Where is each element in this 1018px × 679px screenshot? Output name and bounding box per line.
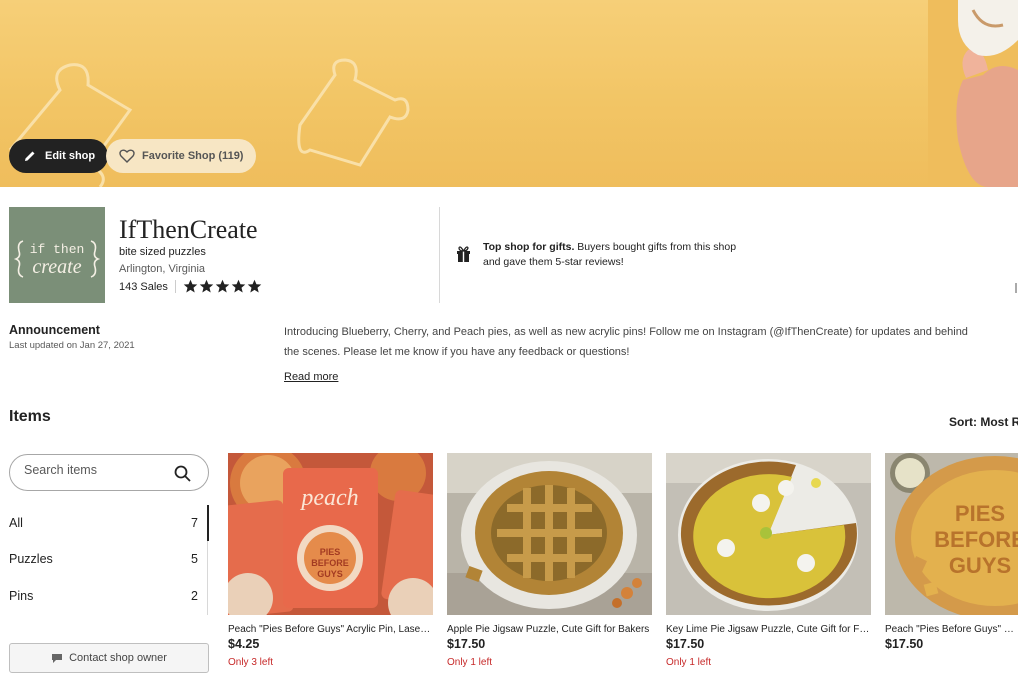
svg-text:BEFORE: BEFORE	[934, 527, 1018, 552]
listing-price: $17.50	[447, 637, 486, 651]
peach-pie-puzzle-photo[interactable]: PIES BEFORE GUYS	[885, 453, 1018, 615]
contact-label: Contact shop owner	[69, 652, 167, 664]
announcement-text: Introducing Blueberry, Cherry, and Peach…	[284, 326, 968, 358]
category-count: 5	[191, 552, 198, 566]
category-all[interactable]: All 7	[9, 516, 198, 530]
listing-title[interactable]: Peach "Pies Before Guys" Jigsaw Puzzle	[885, 624, 1018, 635]
listing-price: $4.25	[228, 637, 260, 651]
listing-card[interactable]: peach PIES BEFORE GUYS Peach "Pies Befor…	[228, 453, 433, 668]
search-box	[9, 454, 209, 491]
shop-logo-mark: if then create	[13, 240, 101, 278]
shop-banner: Edit shop Favorite Shop (119)	[0, 0, 1018, 187]
category-pins[interactable]: Pins 2	[9, 589, 198, 603]
favorite-shop-button[interactable]: Favorite Shop (119)	[106, 139, 257, 173]
logo-text-bottom: create	[32, 256, 81, 278]
shop-tagline: bite sized puzzles	[119, 246, 206, 258]
key-lime-pie-puzzle-photo[interactable]	[666, 453, 871, 615]
category-label: Puzzles	[9, 552, 53, 566]
favorite-shop-label: Favorite Shop (119)	[142, 150, 244, 162]
apple-pie-puzzle-photo[interactable]	[447, 453, 652, 615]
contact-shop-owner-button[interactable]: Contact shop owner	[9, 643, 209, 673]
sales-count[interactable]: 143 Sales	[119, 281, 168, 293]
shop-name[interactable]: IfThenCreate	[119, 215, 258, 245]
edge-marker	[1015, 283, 1017, 293]
category-count: 2	[191, 589, 198, 603]
svg-text:peach: peach	[299, 485, 358, 511]
category-label: Pins	[9, 589, 34, 603]
logo-text-top: if then	[30, 242, 85, 257]
svg-text:PIES: PIES	[320, 547, 341, 557]
sales-and-rating: 143 Sales	[119, 279, 262, 294]
edit-shop-button[interactable]: Edit shop	[9, 139, 109, 173]
header-divider	[439, 207, 440, 303]
top-shop-heading: Top shop for gifts.	[483, 241, 575, 253]
listing-card[interactable]: Apple Pie Jigsaw Puzzle, Cute Gift for B…	[447, 453, 652, 668]
category-track	[207, 541, 208, 615]
svg-text:GUYS: GUYS	[949, 553, 1011, 578]
search-input[interactable]	[24, 463, 164, 477]
items-heading: Items	[9, 408, 51, 425]
top-shop-badge-text: Top shop for gifts. Buyers bought gifts …	[483, 240, 743, 270]
category-count: 7	[191, 516, 198, 530]
star-icon	[247, 279, 262, 293]
hand-holding-puzzle-photo	[928, 0, 1018, 187]
star-icon	[215, 279, 230, 293]
listing-title[interactable]: Peach "Pies Before Guys" Acrylic Pin, La…	[228, 624, 433, 635]
shop-location: Arlington, Virginia	[119, 263, 206, 275]
star-icon	[183, 279, 198, 293]
listing-stock: Only 1 left	[447, 657, 493, 668]
category-puzzles[interactable]: Puzzles 5	[9, 552, 198, 566]
listing-card[interactable]: Key Lime Pie Jigsaw Puzzle, Cute Gift fo…	[666, 453, 871, 668]
listing-price: $17.50	[666, 637, 705, 651]
heart-icon	[119, 149, 135, 163]
sort-dropdown[interactable]: Sort: Most R	[949, 415, 1018, 429]
listing-stock: Only 3 left	[228, 657, 274, 668]
category-selected-indicator	[207, 505, 209, 541]
listing-card[interactable]: PIES BEFORE GUYS Peach "Pies Before Guys…	[885, 453, 1018, 657]
read-more-link[interactable]: Read more	[284, 371, 338, 383]
star-icon	[199, 279, 214, 293]
puzzle-piece-decoration	[297, 58, 410, 167]
edit-shop-label: Edit shop	[45, 150, 96, 162]
listing-price: $17.50	[885, 637, 924, 651]
listing-title[interactable]: Apple Pie Jigsaw Puzzle, Cute Gift for B…	[447, 624, 652, 635]
pencil-icon	[25, 151, 35, 161]
peach-pin-photo[interactable]: peach PIES BEFORE GUYS	[228, 453, 433, 615]
chat-icon	[52, 653, 63, 663]
announcement-date: Last updated on Jan 27, 2021	[9, 340, 135, 351]
category-label: All	[9, 516, 23, 530]
gift-icon	[457, 246, 470, 262]
shop-logo[interactable]: if then create	[9, 207, 105, 303]
listing-stock: Only 1 left	[666, 657, 712, 668]
svg-text:BEFORE: BEFORE	[311, 558, 349, 568]
svg-text:GUYS: GUYS	[317, 569, 343, 579]
divider	[174, 280, 176, 293]
rating-stars[interactable]	[183, 279, 262, 294]
star-icon	[231, 279, 246, 293]
search-icon[interactable]	[174, 465, 191, 482]
listing-title[interactable]: Key Lime Pie Jigsaw Puzzle, Cute Gift fo…	[666, 624, 871, 635]
announcement-title: Announcement	[9, 323, 100, 337]
svg-text:PIES: PIES	[955, 501, 1005, 526]
